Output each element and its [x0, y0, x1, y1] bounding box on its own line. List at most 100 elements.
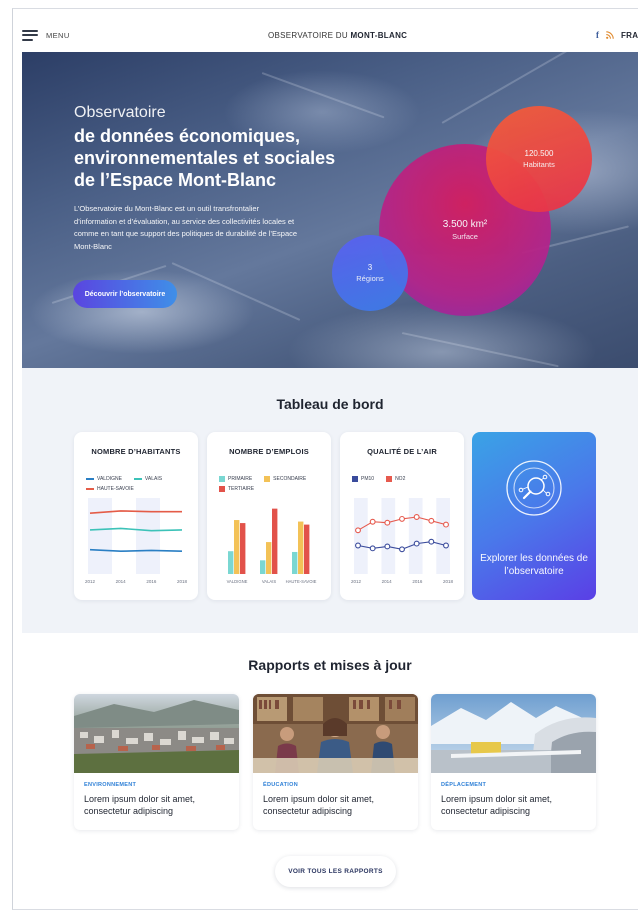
report-title: Lorem ipsum dolor sit amet, consectetur … — [84, 794, 196, 816]
x-tick-label: 2012 — [85, 579, 96, 584]
stat-regions-label: Régions — [356, 274, 384, 283]
hero-banner: Observatoire de données économiques, env… — [22, 52, 638, 368]
report-card-education[interactable]: ÉDUCATION Lorem ipsum dolor sit amet, co… — [253, 694, 418, 830]
x-tick-label: 2016 — [412, 579, 423, 584]
stat-surface-label: Surface — [452, 232, 478, 241]
data-point — [413, 514, 420, 520]
data-point — [369, 545, 376, 552]
emplois-bar-chart: VALDIGNE VALAIS HAUTE-SAVOIE — [227, 508, 317, 584]
data-point — [369, 518, 376, 525]
grid-band — [88, 498, 112, 574]
bar — [272, 508, 278, 574]
legend-item: HAUTE-SAVOIE — [86, 486, 134, 492]
language-selector[interactable]: FRA — [621, 31, 638, 40]
x-tick-label: HAUTE-SAVOIE — [286, 579, 317, 584]
legend-swatch — [86, 478, 94, 480]
hero-heading: de données économiques, environnementale… — [74, 126, 336, 190]
chart-card-habitants[interactable]: NOMBRE D’HABITANTS VALDIGNE VALAIS HAUTE-S… — [74, 432, 198, 600]
legend-item: NO2 — [386, 476, 405, 482]
report-category: DÉPLACEMENT — [441, 782, 487, 788]
rss-icon[interactable] — [606, 31, 614, 39]
hero-kicker: Observatoire — [74, 104, 166, 121]
x-tick-label: 2014 — [382, 579, 393, 584]
data-point — [399, 515, 405, 522]
legend-label: PRIMAIRE — [228, 476, 253, 482]
site-title-prefix: OBSERVATOIRE DU — [268, 30, 351, 40]
legend-item: PM10 — [352, 476, 374, 482]
legend-swatch — [86, 488, 94, 490]
explore-data-label: Explorer les données de l’observatoire — [480, 553, 588, 577]
report-card-environment[interactable]: ENVIRONNEMENT Lorem ipsum dolor sit amet… — [74, 694, 239, 830]
bar — [260, 560, 266, 574]
report-title: Lorem ipsum dolor sit amet, consectetur … — [441, 794, 553, 816]
legend-label: PM10 — [361, 476, 375, 482]
legend-swatch — [264, 476, 271, 482]
x-tick-label: 2018 — [177, 579, 188, 584]
chart-card-air[interactable]: QUALITÉ DE L’AIR PM10 NO2 2012 2014 2016 201… — [340, 432, 464, 600]
see-all-reports-button[interactable]: VOIR TOUS LES RAPPORTS — [275, 856, 396, 887]
data-point — [384, 543, 391, 550]
air-quality-line-chart: 2012 2014 2016 2018 — [351, 498, 454, 584]
stat-bubble-regions: 3 Régions — [332, 235, 408, 311]
hero-description: L’Observatoire du Mont-Blanc est un outi… — [74, 204, 298, 251]
data-point — [443, 521, 449, 528]
site-title-strong: MONT-BLANC — [350, 30, 408, 40]
stat-habitants-label: Habitants — [523, 160, 555, 169]
legend-item: TERTIAIRE — [219, 486, 254, 492]
stat-surface-value: 3.500 km² — [442, 219, 488, 230]
reports-title: Rapports et mises à jour — [248, 657, 412, 673]
data-point — [443, 542, 449, 549]
report-category: ENVIRONNEMENT — [84, 782, 137, 788]
legend-swatch — [386, 476, 393, 482]
chart-legend: PM10 NO2 — [352, 476, 456, 482]
hamburger-icon — [22, 29, 38, 41]
legend-label: HAUTE-SAVOIE — [97, 486, 134, 492]
grid-band — [136, 498, 160, 574]
x-tick-label: VALAIS — [262, 579, 277, 584]
x-tick-label: 2014 — [116, 579, 127, 584]
stat-regions-value: 3 — [367, 263, 373, 272]
chart-title: NOMBRE D’EMPLOIS — [229, 447, 309, 456]
legend-label: SECONDAIRE — [273, 476, 307, 482]
facebook-icon[interactable]: f — [596, 30, 599, 40]
bar — [292, 551, 298, 574]
legend-swatch — [219, 486, 225, 492]
grid-band — [436, 498, 450, 574]
chart-card-emplois[interactable]: NOMBRE D’EMPLOIS PRIMAIRE SECONDAIRE TERTI… — [207, 432, 331, 600]
legend-swatch — [219, 476, 225, 482]
data-point — [428, 538, 435, 545]
x-tick-label: 2018 — [443, 579, 454, 584]
grid-band — [381, 498, 396, 574]
bar — [234, 520, 240, 574]
stat-habitants-value: 120.500 — [524, 149, 554, 158]
header-actions: f FRA — [596, 30, 638, 40]
bar — [298, 521, 304, 574]
bar — [266, 542, 272, 574]
bar — [228, 551, 234, 574]
chart-title: NOMBRE D’HABITANTS — [91, 447, 181, 456]
report-image-classroom — [253, 694, 418, 773]
legend-item: SECONDAIRE — [264, 476, 306, 482]
data-point — [428, 517, 435, 524]
discover-button[interactable]: Découvrir l’observatoire — [73, 280, 177, 308]
chart-title: QUALITÉ DE L’AIR — [367, 447, 437, 456]
x-tick-label: 2016 — [146, 579, 157, 584]
bar — [304, 524, 310, 574]
bar — [240, 523, 246, 574]
report-title: Lorem ipsum dolor sit amet, consectetur … — [263, 794, 375, 816]
menu-button[interactable]: MENU — [22, 29, 70, 41]
report-category: ÉDUCATION — [263, 782, 298, 788]
report-image-tunnel — [431, 694, 596, 773]
x-tick-label: 2012 — [351, 579, 362, 584]
explore-data-card[interactable]: Explorer les données de l’observatoire — [472, 432, 596, 600]
legend-item: VALAIS — [133, 476, 163, 482]
report-card-mobility[interactable]: DÉPLACEMENT Lorem ipsum dolor sit amet, … — [431, 694, 596, 830]
stat-bubble-habitants: 120.500 Habitants — [486, 106, 592, 212]
data-point — [355, 527, 361, 534]
legend-label: VALAIS — [144, 476, 163, 482]
chart-legend: PRIMAIRE SECONDAIRE TERTIAIRE — [219, 476, 323, 492]
legend-label: TERTIAIRE — [228, 486, 255, 492]
report-image-town — [74, 694, 239, 773]
site-title[interactable]: OBSERVATOIRE DU MONT-BLANC — [268, 31, 407, 40]
top-bar: MENU OBSERVATOIRE DU MONT-BLANC f FRA — [22, 20, 638, 50]
